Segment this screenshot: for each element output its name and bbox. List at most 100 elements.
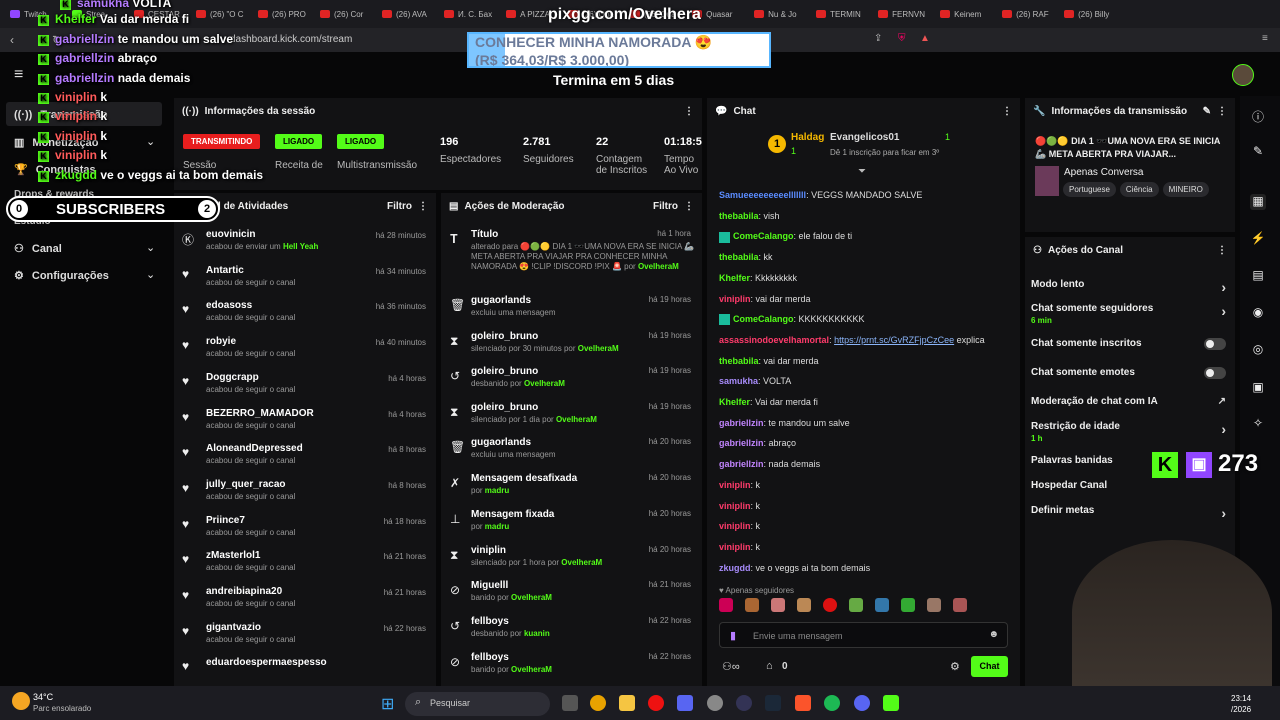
chevron-down-icon[interactable]: ⌄ [146, 135, 155, 148]
chevron-right-icon[interactable]: › [1221, 303, 1226, 319]
layers-icon[interactable]: ▣ [1250, 380, 1266, 396]
toggle-switch[interactable] [1204, 338, 1226, 350]
taskbar-search[interactable]: ⌕ Pesquisar [405, 692, 550, 716]
steam-icon[interactable] [765, 695, 781, 711]
emote-icon[interactable] [875, 598, 889, 612]
chat-username[interactable]: gabriellzin [719, 438, 764, 448]
toggle-switch[interactable] [1204, 367, 1226, 379]
gift-icon[interactable]: ⌂ [766, 660, 773, 672]
browser-tab[interactable]: TERMIN [810, 3, 870, 25]
emoji-icon[interactable]: ☻ [988, 629, 999, 640]
mic-icon[interactable]: ▮ [730, 629, 736, 642]
menu-icon[interactable]: ≡ [1262, 33, 1268, 44]
chat-username[interactable]: Samueeeeeeeeelllllll [719, 190, 806, 200]
emote-bar[interactable] [719, 598, 1009, 616]
chevron-down-icon[interactable]: ⌄ [146, 268, 155, 281]
layout-icon[interactable]: ▦ [1250, 194, 1266, 210]
nav-item-configuracoes[interactable]: ⚙ Configurações [14, 269, 109, 283]
filter-button[interactable]: Filtro [387, 201, 412, 212]
brave-icon[interactable] [795, 695, 811, 711]
emote-icon[interactable] [745, 598, 759, 612]
task-view-icon[interactable] [562, 695, 578, 711]
brave-rewards-icon[interactable]: ▲ [920, 33, 930, 44]
channel-action-row[interactable]: Chat somente inscritos [1031, 338, 1226, 350]
lightning-icon[interactable]: ⚡ [1250, 231, 1266, 247]
browser-tab[interactable]: Keinem [934, 3, 994, 25]
chat-username[interactable]: zkugdd [719, 563, 751, 573]
opera-icon[interactable] [648, 695, 664, 711]
app-icon[interactable] [677, 695, 693, 711]
app-icon[interactable] [736, 695, 752, 711]
broadcast-icon[interactable]: ◎ [1250, 342, 1266, 358]
chat-username[interactable]: viniplin [719, 501, 751, 511]
hamburger-icon[interactable]: ≡ [14, 66, 23, 84]
chat-username[interactable]: thebabila [719, 252, 759, 262]
channel-action-row[interactable]: Hospedar Canal [1031, 480, 1226, 491]
edit-icon[interactable]: ✎ [1250, 144, 1266, 160]
send-chat-button[interactable]: Chat [971, 656, 1008, 677]
channel-action-row[interactable]: Restrição de idade 1 h › [1031, 421, 1226, 443]
share-icon[interactable]: ⇪ [874, 33, 882, 44]
emote-icon[interactable] [823, 598, 837, 612]
users-icon[interactable]: ⚇∞ [722, 660, 740, 673]
browser-tab[interactable]: (26) PRO [252, 3, 312, 25]
emote-icon[interactable] [719, 598, 733, 612]
chat-username[interactable]: ComeCalango [733, 314, 794, 324]
emote-icon[interactable] [771, 598, 785, 612]
wrench-icon[interactable]: ✧ [1250, 416, 1266, 432]
browser-tab[interactable]: Nu & Jo [748, 3, 808, 25]
url-field[interactable]: dashboard.kick.com/stream [230, 34, 352, 45]
chevron-down-icon[interactable]: ⌄ [146, 241, 155, 254]
chrome-icon[interactable] [590, 695, 606, 711]
emote-icon[interactable] [797, 598, 811, 612]
edit-icon[interactable]: ✎ [1203, 106, 1211, 117]
gear-icon[interactable]: ⚙ [950, 660, 960, 673]
channel-action-row[interactable]: Modo lento › [1031, 279, 1226, 295]
more-icon[interactable]: ⋮ [684, 106, 694, 117]
chat-link[interactable]: https://prnt.sc/GvRZFjpCzCee [834, 335, 954, 345]
windows-start-icon[interactable]: ⊞ [381, 694, 394, 714]
emote-icon[interactable] [849, 598, 863, 612]
browser-tab[interactable]: (26) RAF [996, 3, 1056, 25]
channel-action-row[interactable]: Chat somente emotes [1031, 367, 1226, 379]
more-icon[interactable]: ⋮ [1002, 106, 1012, 117]
chat-username[interactable]: viniplin [719, 480, 751, 490]
more-icon[interactable]: ⋮ [1217, 245, 1227, 256]
chat-username[interactable]: gabriellzin [719, 459, 764, 469]
browser-tab[interactable]: (26) "O C [190, 3, 250, 25]
chat-username[interactable]: thebabila [719, 211, 759, 221]
channel-action-row[interactable]: Chat somente seguidores 6 min › [1031, 303, 1226, 325]
chat-username[interactable]: thebabila [719, 356, 759, 366]
channel-action-row[interactable]: Moderação de chat com IA ↗ [1031, 396, 1226, 407]
chevron-right-icon[interactable]: › [1221, 505, 1226, 521]
external-link-icon[interactable]: ↗ [1218, 396, 1226, 407]
browser-tab[interactable]: FERNVN [872, 3, 932, 25]
chevron-right-icon[interactable]: › [1221, 279, 1226, 295]
chevron-right-icon[interactable]: › [1221, 421, 1226, 437]
more-icon[interactable]: ⋮ [418, 201, 428, 212]
filter-button[interactable]: Filtro [653, 201, 678, 212]
chat-username[interactable]: Khelfer [719, 273, 750, 283]
chat-username[interactable]: viniplin [719, 521, 751, 531]
chat-input-box[interactable]: ▮ Envie uma mensagem ☻ [719, 622, 1008, 648]
collapse-icon[interactable]: ⏷ [858, 166, 866, 177]
chat-input[interactable]: Envie uma mensagem [753, 631, 843, 641]
nav-item-canal[interactable]: ⚇ Canal [14, 242, 62, 256]
emote-icon[interactable] [901, 598, 915, 612]
file-explorer-icon[interactable] [619, 695, 635, 711]
channel-action-row[interactable]: Definir metas › [1031, 505, 1226, 521]
spotify-icon[interactable] [824, 695, 840, 711]
chat-username[interactable]: gabriellzin [719, 418, 764, 428]
more-icon[interactable]: ⋮ [684, 201, 694, 212]
info-icon[interactable]: ⓘ [1250, 108, 1266, 124]
chat-icon[interactable]: ◉ [1250, 305, 1266, 321]
more-icon[interactable]: ⋮ [1217, 106, 1227, 117]
chat-username[interactable]: samukha [719, 376, 758, 386]
chat-username[interactable]: Khelfer [719, 397, 750, 407]
emote-icon[interactable] [953, 598, 967, 612]
document-icon[interactable]: ▤ [1250, 268, 1266, 284]
chat-username[interactable]: viniplin [719, 542, 751, 552]
browser-tab[interactable]: (26) AVA [376, 3, 436, 25]
kick-icon[interactable] [883, 695, 899, 711]
browser-tab[interactable]: (26) Cor [314, 3, 374, 25]
